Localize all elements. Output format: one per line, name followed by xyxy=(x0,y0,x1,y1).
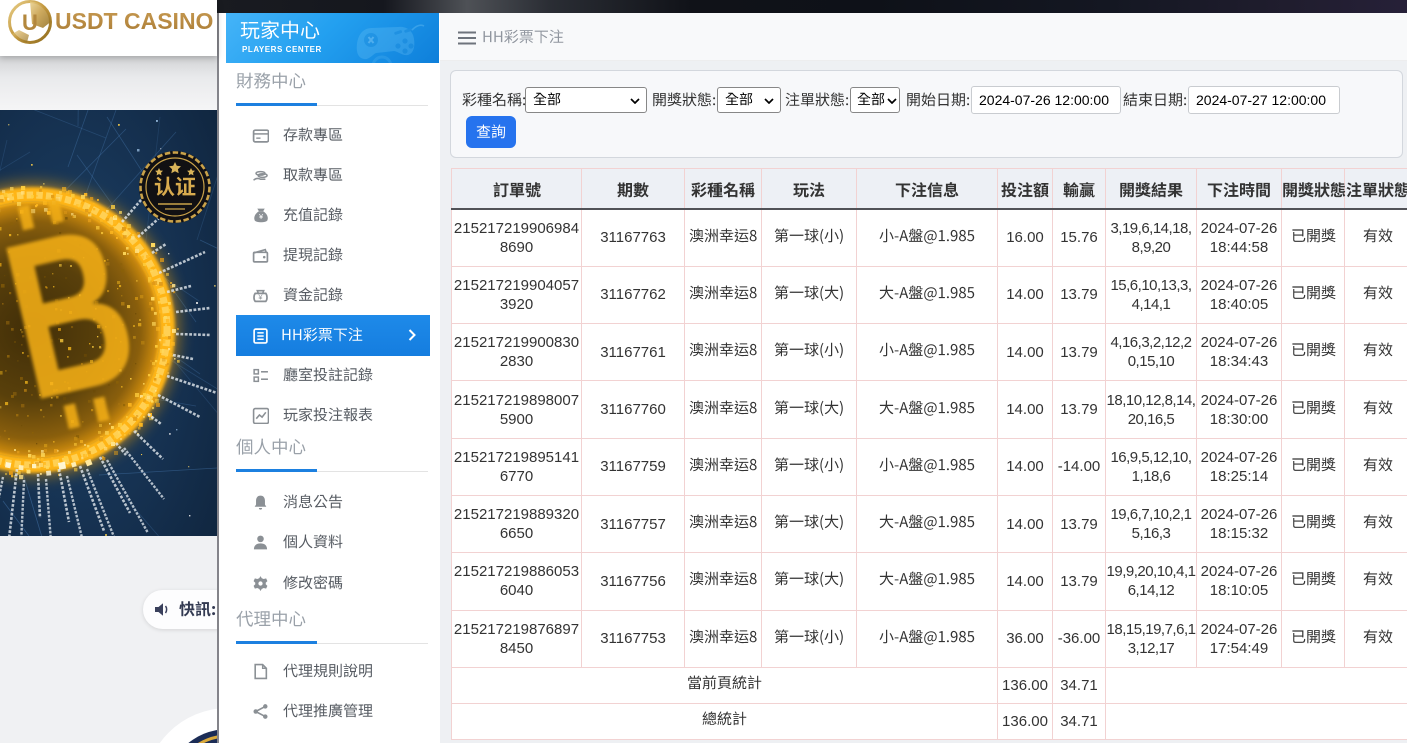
svg-text:U: U xyxy=(22,10,38,35)
